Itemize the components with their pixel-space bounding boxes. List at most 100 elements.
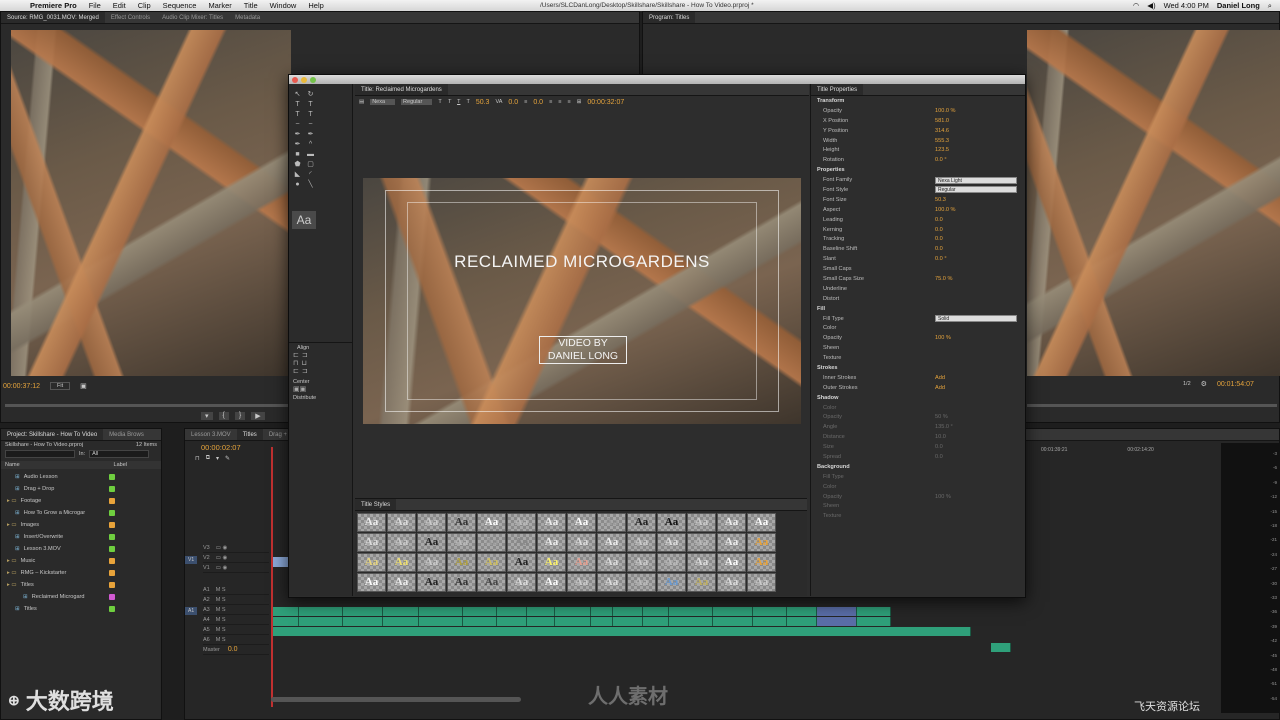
wedge-tool-icon[interactable]: ◣ (293, 170, 302, 179)
title-style-swatch[interactable]: Aa (567, 513, 596, 532)
mark-in-button[interactable]: ▾ (201, 412, 213, 420)
audio-clip[interactable] (817, 617, 857, 626)
property-row[interactable]: Tracking 0.0 (817, 234, 1025, 244)
master-track[interactable]: Master 0.0 (203, 645, 269, 655)
program-ratio[interactable]: 1/2 (1183, 381, 1191, 387)
title-style-swatch[interactable]: Aa (357, 553, 386, 572)
property-value[interactable]: 75.0 % (935, 276, 952, 282)
audio-clip[interactable] (463, 617, 497, 626)
tab-project[interactable]: Project: Skillshare - How To Video (1, 429, 104, 440)
title-style-swatch[interactable]: Aa (417, 513, 446, 532)
property-value[interactable]: 100.0 % (935, 207, 956, 213)
label-color-swatch[interactable] (109, 522, 115, 528)
tab-program[interactable]: Program: Titles (643, 12, 696, 23)
property-row[interactable]: X Position 581.0 (817, 116, 1025, 126)
property-row[interactable]: Strokes (817, 363, 1025, 373)
timeline-ruler[interactable]: 00:01:39:21 00:02:14:20 (1041, 447, 1154, 453)
type-tool-icon[interactable]: T (293, 100, 302, 109)
title-style-swatch[interactable]: Aa (717, 553, 746, 572)
align-buttons[interactable]: ⊏⊐ ⊓⊔ ⊏⊐ (293, 351, 349, 375)
title-style-swatch[interactable]: Aa (597, 513, 626, 532)
play-button[interactable]: ▶ (251, 412, 265, 420)
audio-clip[interactable] (497, 617, 527, 626)
list-item[interactable]: ▸ ▭ Music (1, 555, 161, 567)
tab-title-properties[interactable]: Title Properties (811, 84, 864, 95)
audio-clip[interactable] (753, 607, 787, 616)
property-value[interactable]: 100.0 % (935, 108, 956, 114)
property-row[interactable]: Font Size 50.3 (817, 195, 1025, 205)
property-value[interactable]: 135.0 ° (935, 424, 953, 430)
property-row[interactable]: Width 555.3 (817, 136, 1025, 146)
property-row[interactable]: Rotation 0.0 ° (817, 155, 1025, 165)
audio-clip[interactable] (669, 617, 713, 626)
leading-value[interactable]: 0.0 (533, 99, 543, 106)
size-icon[interactable]: T (466, 99, 469, 105)
select-tool-icon[interactable]: ↖ (293, 90, 302, 99)
label-color-swatch[interactable] (109, 498, 115, 504)
list-item[interactable]: ▸ ▭ Images (1, 519, 161, 531)
property-row[interactable]: Color (817, 482, 1025, 492)
audio-clip[interactable] (817, 607, 857, 616)
list-item[interactable]: ▸ ▭ Footage (1, 495, 161, 507)
link-icon[interactable]: ⧉ (206, 455, 210, 462)
kerning-icon[interactable]: VA (495, 99, 502, 105)
v-source-label[interactable]: V1 (185, 556, 198, 564)
title-style-swatch[interactable]: Aa (447, 513, 476, 532)
title-style-swatch[interactable]: Aa (507, 573, 536, 592)
track-toggle-icons[interactable]: M S (216, 607, 226, 613)
property-row[interactable]: Color (817, 323, 1025, 333)
title-style-swatch[interactable]: Aa (507, 513, 536, 532)
step-forward-button[interactable]: } (234, 412, 246, 420)
tab-audio-clip-mixer[interactable]: Audio Clip Mixer: Titles (156, 12, 229, 23)
menu-clock[interactable]: Wed 4:00 PM (1164, 1, 1209, 11)
property-row[interactable]: Underline (817, 284, 1025, 294)
track-header[interactable]: A1 M S (203, 585, 269, 595)
track-header[interactable]: A3 M S (203, 605, 269, 615)
audio-clip[interactable] (271, 617, 299, 626)
vertical-path-type-tool-icon[interactable]: ~ (306, 120, 315, 129)
menu-file[interactable]: File (83, 1, 107, 10)
title-style-swatch[interactable]: Aa (477, 513, 506, 532)
list-item[interactable]: ⊞ How To Grow a Microgar (1, 507, 161, 519)
property-value[interactable]: 581.0 (935, 118, 949, 124)
title-style-swatch[interactable]: Aa (477, 533, 506, 552)
property-row[interactable]: Outer Strokes Add (817, 383, 1025, 393)
tab-media-browser[interactable]: Media Brows (103, 429, 150, 440)
track-toggle-icons[interactable]: ▭ ◉ (216, 565, 228, 571)
master-value[interactable]: 0.0 (228, 646, 238, 653)
audio-clip[interactable] (463, 607, 497, 616)
main-title-text[interactable]: RECLAIMED MICROGARDENS (363, 252, 801, 272)
property-row[interactable]: Spread 0.0 (817, 452, 1025, 462)
property-select[interactable]: Nexa Light (935, 176, 1017, 184)
title-style-swatch[interactable]: Aa (687, 573, 716, 592)
audio-clip[interactable] (591, 617, 613, 626)
audio-clip[interactable] (991, 643, 1011, 652)
tab-effect-controls[interactable]: Effect Controls (105, 12, 156, 23)
track-header[interactable]: V1 ▭ ◉ (203, 563, 269, 573)
menu-app[interactable]: Premiere Pro (24, 1, 83, 10)
audio-clip[interactable] (753, 617, 787, 626)
list-item[interactable]: ⊞ Audio Lesson (1, 471, 161, 483)
property-value[interactable]: 0.0 ° (935, 157, 947, 163)
tab-metadata[interactable]: Metadata (229, 12, 266, 23)
audio-clip[interactable] (669, 607, 713, 616)
title-style-swatch[interactable]: Aa (747, 573, 776, 592)
close-icon[interactable] (292, 76, 298, 83)
sequence-timecode[interactable]: 00:00:02:07 (201, 443, 241, 452)
list-item[interactable]: ▸ ▭ RMG – Kickstarter (1, 567, 161, 579)
window-titlebar[interactable] (289, 75, 1025, 84)
rounded-rectangle-tool-icon[interactable]: ▬ (306, 150, 315, 159)
property-value[interactable]: 10.0 (935, 434, 946, 440)
tab-title[interactable]: Title: Reclaimed Microgardens (355, 84, 448, 95)
leading-icon[interactable]: ≡ (524, 99, 527, 105)
playhead[interactable] (271, 447, 273, 707)
title-style-swatch[interactable]: Aa (657, 553, 686, 572)
track-toggle-icons[interactable]: ▭ ◉ (216, 555, 228, 561)
list-item[interactable]: ▸ ▭ Titles (1, 579, 161, 591)
label-color-swatch[interactable] (109, 570, 115, 576)
program-timecode[interactable]: 00:01:54:07 (1217, 381, 1254, 388)
menu-edit[interactable]: Edit (107, 1, 132, 10)
property-value[interactable]: 50 % (935, 414, 948, 420)
audio-clip[interactable] (857, 607, 891, 616)
label-color-swatch[interactable] (109, 486, 115, 492)
